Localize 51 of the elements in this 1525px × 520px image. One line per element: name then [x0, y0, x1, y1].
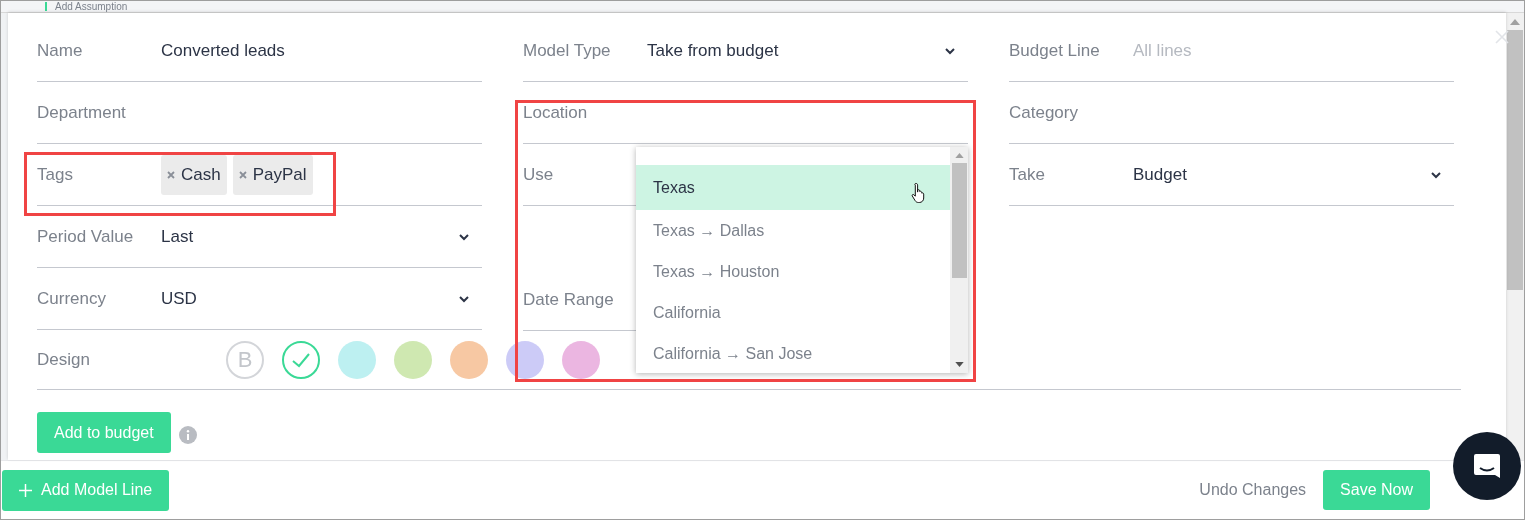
field-label: Date Range	[523, 289, 615, 310]
scroll-down-icon[interactable]	[954, 362, 964, 367]
chat-icon	[1472, 451, 1502, 481]
tag-label: Cash	[181, 164, 221, 185]
select-value[interactable]: Budget	[1133, 164, 1430, 185]
remove-icon[interactable]	[238, 170, 247, 179]
field-label: Model Type	[523, 40, 612, 61]
chevron-down-icon	[458, 232, 470, 241]
info-icon	[178, 425, 197, 444]
field-label: Location	[523, 102, 589, 123]
select-value[interactable]: Last	[161, 226, 458, 247]
field-label: Category	[1009, 102, 1079, 123]
color-swatch[interactable]	[506, 341, 544, 379]
close-icon[interactable]	[1494, 29, 1510, 45]
field-label: Period Value	[37, 226, 135, 247]
field-label: Design	[37, 350, 91, 370]
chevron-down-icon	[944, 46, 956, 55]
field-label: Department	[37, 102, 127, 123]
input-field[interactable]: Converted leads	[161, 40, 482, 61]
color-swatch[interactable]	[450, 341, 488, 379]
color-swatch[interactable]	[282, 341, 320, 379]
field-label: Name	[37, 40, 84, 61]
chevron-down-icon	[1430, 170, 1442, 179]
color-swatch[interactable]	[562, 341, 600, 379]
field-label: Currency	[37, 288, 107, 309]
scrollbar[interactable]	[1506, 13, 1524, 460]
scroll-up-icon[interactable]	[1510, 19, 1520, 25]
field-label: Take	[1009, 164, 1046, 185]
add-assumption-link[interactable]: Add Assumption	[55, 1, 128, 12]
select-value[interactable]: Take from budget	[647, 40, 944, 61]
field-label: Tags	[37, 164, 74, 185]
tag-chip[interactable]: PayPal	[232, 154, 313, 195]
dropdown-option[interactable]: Texas → Dallas	[636, 210, 950, 251]
dropdown-option[interactable]: California → San Jose	[636, 333, 950, 374]
remove-icon[interactable]	[167, 170, 175, 179]
dropdown-option[interactable]: Texas → Houston	[636, 251, 950, 292]
color-swatch[interactable]	[338, 341, 376, 379]
undo-changes-link[interactable]: Undo Changes	[1199, 481, 1307, 499]
scroll-up-icon[interactable]	[954, 153, 964, 158]
color-swatch[interactable]	[394, 341, 432, 379]
select-value[interactable]: USD	[161, 288, 458, 309]
scrollbar[interactable]	[950, 147, 968, 373]
field-label: Use	[523, 164, 555, 185]
field-label: Budget Line	[1009, 40, 1101, 61]
tag-chip[interactable]: Cash	[161, 154, 227, 195]
hand-cursor-icon	[911, 182, 927, 204]
dropdown-option[interactable]: Texas	[636, 165, 950, 210]
tag-label: PayPal	[252, 164, 307, 185]
chevron-down-icon	[458, 294, 470, 303]
dropdown-option[interactable]: California	[636, 292, 950, 333]
input-field[interactable]: All lines	[1133, 40, 1454, 61]
